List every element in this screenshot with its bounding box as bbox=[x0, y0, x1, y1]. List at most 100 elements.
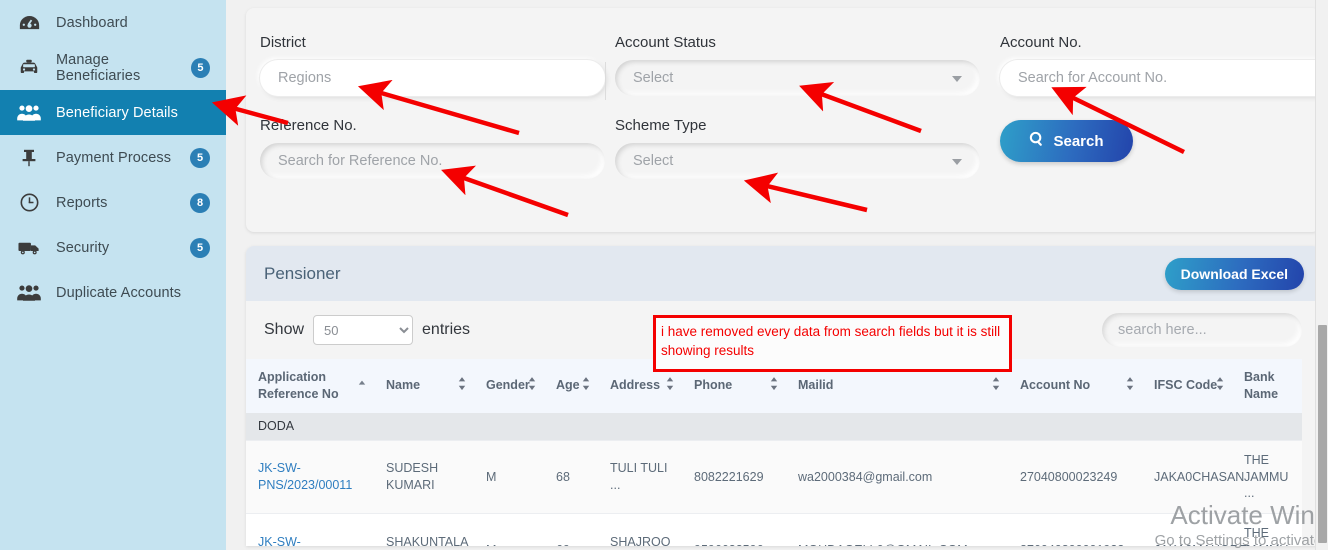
col-label: IFSC Code bbox=[1154, 378, 1218, 393]
taxi-icon bbox=[14, 57, 44, 79]
sidebar-item-security[interactable]: Security 5 bbox=[0, 225, 226, 270]
show-entries-group: Show 50 entries bbox=[264, 315, 470, 345]
search-button-label: Search bbox=[1053, 132, 1104, 150]
page-scrollbar[interactable] bbox=[1315, 0, 1328, 550]
account-status-value: Select bbox=[633, 70, 674, 86]
col-ifsc-code[interactable]: IFSC Code bbox=[1142, 359, 1232, 413]
sidebar-badge: 5 bbox=[190, 237, 210, 258]
sidebar-item-label: Duplicate Accounts bbox=[56, 284, 182, 301]
pensioner-table-card: Pensioner Download Excel Show 50 entries bbox=[246, 246, 1320, 546]
scheme-type-field-group: Scheme Type Select bbox=[615, 117, 980, 200]
sort-icon bbox=[666, 376, 674, 395]
sidebar-item-reports[interactable]: Reports 8 bbox=[0, 180, 226, 225]
col-label: Bank Name bbox=[1244, 370, 1279, 401]
district-input[interactable] bbox=[260, 60, 605, 96]
cell-age: 68 bbox=[544, 439, 598, 514]
cell-account-no: 876040800001923 bbox=[1008, 513, 1142, 546]
table-row[interactable]: JK-SW-PNS/2023/00012 SHAKUNTALA DEVI M 6… bbox=[246, 513, 1302, 546]
pensioner-table: Application Reference No Name Gender Age… bbox=[246, 359, 1302, 546]
sidebar-badge: 5 bbox=[190, 147, 210, 168]
cell-gender: M bbox=[474, 513, 544, 546]
group-label: DODA bbox=[246, 412, 1302, 441]
col-gender[interactable]: Gender bbox=[474, 359, 544, 413]
truck-icon bbox=[14, 237, 44, 259]
search-filter-card: District Account Status Select Account N… bbox=[246, 8, 1328, 232]
col-application-reference-no[interactable]: Application Reference No bbox=[246, 359, 374, 413]
col-label: Address bbox=[610, 378, 661, 393]
chevron-down-icon bbox=[952, 159, 962, 165]
account-no-field-group: Account No. bbox=[1000, 34, 1328, 117]
table-row[interactable]: JK-SW-PNS/2023/00011 SUDESH KUMARI M 68 … bbox=[246, 439, 1302, 514]
cell-mailid: wa2000384@gmail.com bbox=[786, 439, 1008, 514]
col-label: Name bbox=[386, 378, 421, 393]
pin-icon bbox=[14, 147, 44, 169]
sidebar-item-payment-process[interactable]: Payment Process 5 bbox=[0, 135, 226, 180]
sort-asc-icon bbox=[358, 377, 366, 394]
search-button-group: Search bbox=[1000, 117, 1328, 200]
pensioner-header-bar: Pensioner Download Excel bbox=[246, 246, 1320, 301]
sidebar-item-label: Reports bbox=[56, 194, 108, 211]
cell-ifsc-code: JAKA0CHASAN bbox=[1142, 439, 1244, 514]
sort-icon bbox=[528, 376, 536, 395]
sidebar-item-label: Security bbox=[56, 239, 110, 256]
col-label: Phone bbox=[694, 378, 733, 393]
cell-age: 69 bbox=[544, 513, 598, 546]
sidebar-item-manage-beneficiaries[interactable]: Manage Beneficiaries 5 bbox=[0, 45, 226, 90]
col-age[interactable]: Age bbox=[544, 359, 598, 413]
table-search-input[interactable] bbox=[1102, 313, 1302, 347]
page-scrollbar-thumb[interactable] bbox=[1318, 325, 1327, 543]
sidebar-item-duplicate-accounts[interactable]: Duplicate Accounts bbox=[0, 270, 226, 315]
col-label: Application Reference No bbox=[258, 370, 339, 401]
sidebar: Dashboard Manage Beneficiaries 5 Benefic… bbox=[0, 0, 226, 550]
col-name[interactable]: Name bbox=[374, 359, 474, 413]
account-status-select[interactable]: Select bbox=[615, 60, 980, 96]
entries-select[interactable]: 50 bbox=[313, 315, 414, 345]
table-search-group bbox=[1102, 313, 1302, 347]
sidebar-badge: 8 bbox=[190, 192, 210, 213]
sidebar-item-label: Payment Process bbox=[56, 149, 172, 166]
cell-address: TULI TULI ... bbox=[598, 439, 682, 514]
reference-no-field-group: Reference No. bbox=[260, 117, 605, 200]
sidebar-item-label: Beneficiary Details bbox=[56, 104, 178, 121]
col-label: Account No bbox=[1020, 378, 1091, 393]
cell-account-no: 27040800023249 bbox=[1008, 439, 1142, 514]
reference-no-input[interactable] bbox=[260, 143, 605, 179]
main-content: District Account Status Select Account N… bbox=[226, 0, 1328, 550]
cell-phone: 9596632596 bbox=[682, 513, 786, 546]
column-divider bbox=[605, 62, 606, 100]
district-label: District bbox=[260, 34, 306, 51]
col-label: Age bbox=[556, 378, 580, 393]
clock-icon bbox=[14, 192, 44, 214]
sort-icon bbox=[992, 376, 1000, 395]
download-excel-button[interactable]: Download Excel bbox=[1164, 257, 1304, 290]
sidebar-item-beneficiary-details[interactable]: Beneficiary Details bbox=[0, 90, 226, 135]
account-no-input[interactable] bbox=[1000, 60, 1328, 96]
col-bank-name[interactable]: Bank Name bbox=[1232, 359, 1302, 413]
col-label: Mailid bbox=[798, 378, 834, 393]
cell-reference-no[interactable]: JK-SW-PNS/2023/00011 bbox=[246, 439, 374, 514]
search-button[interactable]: Search bbox=[1000, 120, 1133, 162]
cell-name: SUDESH KUMARI bbox=[374, 439, 474, 514]
cell-phone: 8082221629 bbox=[682, 439, 786, 514]
speedometer-icon bbox=[14, 12, 44, 34]
cell-reference-no[interactable]: JK-SW-PNS/2023/00012 bbox=[246, 513, 374, 546]
scheme-type-select[interactable]: Select bbox=[615, 143, 980, 179]
reference-no-label: Reference No. bbox=[260, 117, 357, 134]
table-scroll-area[interactable]: Application Reference No Name Gender Age… bbox=[246, 359, 1320, 546]
sort-icon bbox=[1216, 376, 1224, 395]
annotation-note: i have removed every data from search fi… bbox=[653, 315, 1012, 372]
sort-icon bbox=[582, 376, 590, 395]
entries-label: entries bbox=[422, 321, 471, 338]
sidebar-item-dashboard[interactable]: Dashboard bbox=[0, 0, 226, 45]
cell-name: SHAKUNTALA DEVI bbox=[374, 513, 474, 546]
sort-icon bbox=[1126, 376, 1134, 395]
col-account-no[interactable]: Account No bbox=[1008, 359, 1142, 413]
sidebar-item-label: Manage Beneficiaries bbox=[56, 51, 141, 84]
sidebar-badge: 5 bbox=[190, 57, 210, 78]
sort-icon bbox=[458, 376, 466, 395]
district-field-group: District bbox=[260, 34, 605, 117]
users-icon bbox=[14, 102, 44, 124]
